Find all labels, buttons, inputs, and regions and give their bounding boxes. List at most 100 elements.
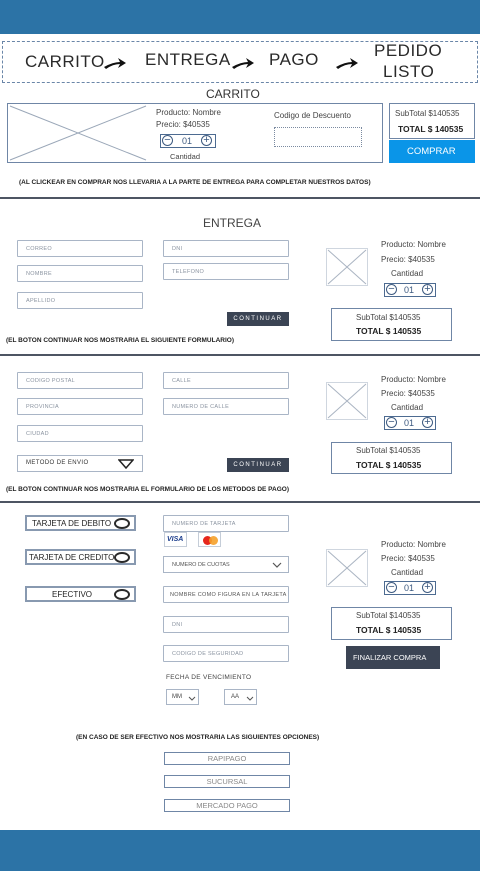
cash-label: EFECTIVO (52, 590, 93, 599)
card-number-field[interactable]: NUMERO DE TARJETA (163, 515, 289, 532)
security-code-field[interactable]: CODIGO DE SEGURIDAD (163, 645, 289, 662)
correo-field[interactable]: CORREO (17, 240, 143, 257)
top-bar (0, 0, 480, 34)
section-divider (0, 354, 480, 356)
codigo-postal-field[interactable]: CODIGO POSTAL (17, 372, 143, 389)
credit-card-label: TARJETA DE CREDITO (29, 553, 115, 562)
expiry-year-select[interactable]: AA (224, 689, 257, 705)
step-pedido-line1: PEDIDO (374, 41, 443, 60)
visa-icon: VISA (164, 532, 187, 547)
cart-note: (AL CLICKEAR EN COMPRAR NOS LLEVARIA A L… (19, 179, 371, 186)
chevron-down-icon (246, 696, 254, 701)
image-placeholder-icon (327, 249, 367, 285)
cash-option-mercado-pago[interactable]: MERCADO PAGO (164, 799, 290, 812)
provincia-field[interactable]: PROVINCIA (17, 398, 143, 415)
chevron-down-icon (272, 562, 282, 568)
summary-subtotal: SubTotal $140535 (356, 446, 421, 455)
arrow-right-icon (104, 58, 126, 69)
summary-price: Precio: $40535 (381, 255, 435, 264)
minus-icon[interactable]: − (162, 135, 173, 146)
summary-qty-value: 01 (404, 285, 415, 295)
summary-product-name: Producto: Nombre (381, 375, 446, 384)
cart-product-name: Producto: Nombre (156, 108, 221, 117)
summary-qty-stepper: − 01 + (384, 283, 436, 297)
bottom-bar (0, 830, 480, 871)
payment-dni-field[interactable]: DNI (163, 616, 289, 633)
cart-qty-value: 01 (182, 136, 193, 146)
cash-option[interactable]: EFECTIVO (25, 586, 136, 602)
arrow-right-icon (336, 58, 358, 69)
summary-qty-stepper: − 01 + (384, 416, 436, 430)
cart-price: Precio: $40535 (156, 120, 210, 129)
summary-total: TOTAL $ 140535 (356, 326, 422, 336)
telefono-field[interactable]: TELEFONO (163, 263, 289, 280)
summary-product-name: Producto: Nombre (381, 240, 446, 249)
summary-total: TOTAL $ 140535 (356, 460, 422, 470)
expiry-label: FECHA DE VENCIMIENTO (166, 674, 252, 681)
ciudad-field[interactable]: CIUDAD (17, 425, 143, 442)
cart-title: CARRITO (206, 87, 260, 101)
installments-label: NUMERO DE CUOTAS (172, 562, 230, 568)
plus-icon[interactable]: + (201, 135, 212, 146)
address-note: (EL BOTON CONTINUAR NOS MOSTRARIA EL FOR… (6, 486, 289, 493)
finish-purchase-button[interactable]: FINALIZAR COMPRA (346, 646, 440, 669)
cash-note: (EN CASO DE SER EFECTIVO NOS MOSTRARIA L… (76, 734, 320, 741)
debit-card-option[interactable]: TARJETA DE DEBITO (25, 515, 136, 531)
checkout-steps: CARRITO ENTREGA PAGO PEDIDO LISTO (2, 41, 478, 83)
radio-icon (114, 518, 130, 529)
cash-option-sucursal[interactable]: SUCURSAL (164, 775, 290, 788)
numero-calle-field[interactable]: NUMERO DE CALLE (163, 398, 289, 415)
summary-subtotal: SubTotal $140535 (356, 313, 421, 322)
discount-input[interactable] (274, 127, 362, 147)
plus-icon[interactable]: + (422, 582, 433, 593)
arrow-right-icon (232, 58, 254, 69)
buy-button[interactable]: COMPRAR (389, 140, 475, 163)
section-divider (0, 501, 480, 503)
minus-icon[interactable]: − (386, 417, 397, 428)
chevron-down-icon (118, 459, 134, 469)
credit-card-option[interactable]: TARJETA DE CREDITO (25, 549, 136, 565)
minus-icon[interactable]: − (386, 284, 397, 295)
plus-icon[interactable]: + (422, 417, 433, 428)
apellido-field[interactable]: APELLIDO (17, 292, 143, 309)
summary-price: Precio: $40535 (381, 554, 435, 563)
radio-icon (114, 552, 130, 563)
buy-button-label: COMPRAR (407, 146, 456, 157)
summary-total: TOTAL $ 140535 (356, 625, 422, 635)
shipping-method-label: METODO DE ENVIO (26, 460, 89, 466)
summary-product-name: Producto: Nombre (381, 540, 446, 549)
cart-total: TOTAL $ 140535 (398, 124, 464, 134)
cart-qty-stepper: − 01 + (160, 134, 216, 148)
summary-qty-stepper: − 01 + (384, 581, 436, 595)
summary-price: Precio: $40535 (381, 389, 435, 398)
delivery-note: (EL BOTON CONTINUAR NOS MOSTRARIA EL SIG… (6, 337, 234, 344)
minus-icon[interactable]: − (386, 582, 397, 593)
product-image (8, 104, 148, 162)
calle-field[interactable]: CALLE (163, 372, 289, 389)
summary-subtotal: SubTotal $140535 (356, 611, 421, 620)
summary-image (326, 248, 368, 286)
summary-image (326, 549, 368, 587)
installments-select[interactable]: NUMERO DE CUOTAS (163, 556, 289, 573)
mastercard-icon (198, 532, 221, 547)
step-carrito: CARRITO (25, 52, 105, 71)
cart-subtotal: SubTotal $140535 (395, 109, 460, 118)
continue-button[interactable]: CONTINUAR (227, 312, 289, 326)
cardholder-name-field[interactable]: NOMBRE COMO FIGURA EN LA TARJETA (163, 586, 289, 603)
nombre-field[interactable]: NOMBRE (17, 265, 143, 282)
summary-image (326, 382, 368, 420)
delivery-title: ENTREGA (203, 216, 262, 230)
summary-qty-label: Cantidad (391, 403, 424, 412)
shipping-method-select[interactable]: METODO DE ENVIO (17, 455, 143, 472)
discount-label: Codigo de Descuento (274, 111, 351, 120)
finish-purchase-label: FINALIZAR COMPRA (353, 653, 427, 662)
plus-icon[interactable]: + (422, 284, 433, 295)
cash-option-rapipago[interactable]: RAPIPAGO (164, 752, 290, 765)
step-entrega: ENTREGA (145, 50, 231, 69)
cart-qty-label: Cantidad (170, 152, 201, 161)
radio-icon (114, 589, 130, 600)
expiry-month-select[interactable]: MM (166, 689, 199, 705)
image-placeholder-icon (9, 105, 147, 161)
continue-button[interactable]: CONTINUAR (227, 458, 289, 472)
dni-field[interactable]: DNI (163, 240, 289, 257)
